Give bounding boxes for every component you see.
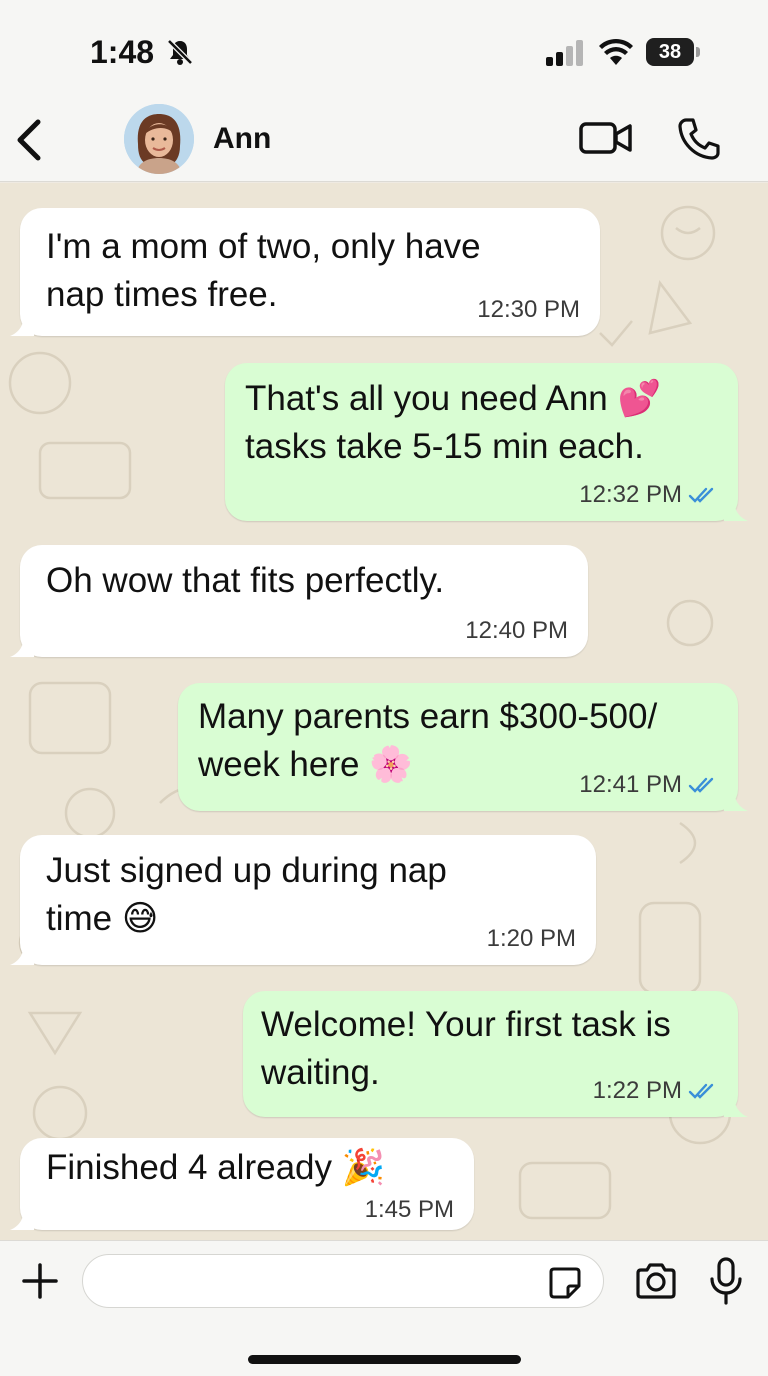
avatar-portrait	[124, 104, 194, 174]
message-meta: 12:32 PM	[579, 481, 718, 509]
battery-icon: 38	[646, 38, 700, 66]
message-time: 12:41 PM	[579, 771, 682, 798]
message-time: 12:40 PM	[465, 617, 568, 644]
signal-icon	[546, 40, 583, 66]
message-meta: 12:41 PM	[579, 771, 718, 799]
wifi-icon	[599, 38, 633, 65]
home-indicator[interactable]	[248, 1355, 521, 1364]
message-incoming[interactable]: I'm a mom of two, only have nap times fr…	[10, 208, 600, 336]
double-check-read-icon	[688, 1083, 714, 1099]
back-chevron-icon[interactable]	[10, 114, 50, 166]
camera-icon[interactable]	[634, 1261, 678, 1301]
message-input-bar	[0, 1240, 768, 1376]
double-check-read-icon	[688, 777, 714, 793]
status-time: 1:48	[90, 34, 155, 70]
avatar[interactable]	[124, 104, 194, 174]
battery-level: 38	[646, 38, 694, 66]
double-check-read-icon	[688, 487, 714, 503]
message-incoming[interactable]: Just signed up during nap time 😅 1:20 PM	[10, 835, 596, 965]
microphone-icon[interactable]	[708, 1257, 744, 1305]
message-text: That's all you need Ann 💕 tasks take 5-1…	[245, 379, 662, 466]
message-meta: 1:45 PM	[365, 1196, 454, 1224]
message-text: Just signed up during nap time 😅	[46, 851, 447, 938]
message-time: 12:30 PM	[477, 296, 580, 323]
chat-area[interactable]: I'm a mom of two, only have nap times fr…	[0, 183, 768, 1240]
message-meta: 12:30 PM	[477, 296, 580, 324]
message-meta: 1:20 PM	[487, 925, 576, 953]
bell-slash-icon	[167, 39, 193, 65]
message-time: 1:20 PM	[486, 925, 576, 952]
message-outgoing[interactable]: Many parents earn $300-500/ week here 🌸 …	[178, 683, 748, 811]
sticker-icon[interactable]	[548, 1266, 582, 1300]
plus-icon[interactable]	[20, 1261, 60, 1301]
message-text: I'm a mom of two, only have nap times fr…	[46, 227, 481, 314]
message-time: 1:45 PM	[364, 1196, 454, 1223]
message-outgoing[interactable]: Welcome! Your first task is waiting. 1:2…	[243, 991, 748, 1117]
message-meta: 12:40 PM	[465, 617, 568, 645]
phone-icon[interactable]	[676, 116, 722, 162]
message-time: 1:22 PM	[592, 1077, 682, 1104]
message-outgoing[interactable]: That's all you need Ann 💕 tasks take 5-1…	[225, 363, 748, 521]
message-input[interactable]	[82, 1254, 604, 1308]
message-time: 12:32 PM	[579, 481, 682, 508]
message-text: Finished 4 already 🎉	[46, 1148, 386, 1187]
message-incoming[interactable]: Finished 4 already 🎉 1:45 PM	[10, 1138, 474, 1230]
contact-name[interactable]: Ann	[213, 122, 271, 156]
video-call-icon[interactable]	[578, 118, 634, 158]
message-text: Oh wow that fits perfectly.	[46, 561, 445, 600]
chat-header: Ann	[0, 100, 768, 182]
status-bar: 1:48 38	[0, 0, 768, 100]
message-meta: 1:22 PM	[593, 1077, 718, 1105]
message-incoming[interactable]: Oh wow that fits perfectly. 12:40 PM	[10, 545, 588, 657]
